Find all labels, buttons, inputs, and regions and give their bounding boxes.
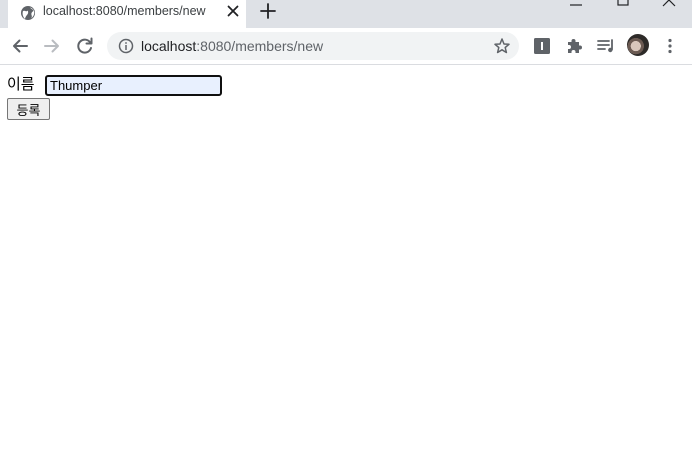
forward-arrow-icon[interactable] — [42, 36, 62, 56]
submit-button[interactable]: 등록 — [7, 98, 50, 120]
tab-title: localhost:8080/members/new — [43, 4, 206, 18]
name-label: 이름 — [7, 75, 35, 93]
puzzle-icon[interactable] — [564, 36, 584, 56]
page-content: 이름 등록 — [0, 66, 692, 464]
back-arrow-icon[interactable] — [10, 36, 30, 56]
address-bar[interactable]: localhost:8080/members/new — [107, 32, 519, 60]
url-text[interactable]: localhost:8080/members/new — [141, 38, 323, 54]
tab-strip: localhost:8080/members/new — [0, 0, 692, 28]
browser-toolbar: localhost:8080/members/new — [0, 28, 692, 65]
extension-badge-icon[interactable] — [532, 36, 552, 56]
url-path: :8080/members/new — [196, 38, 324, 54]
reading-list-icon[interactable] — [596, 36, 616, 56]
info-icon[interactable] — [118, 38, 134, 54]
minimize-icon[interactable] — [568, 0, 584, 8]
globe-icon — [21, 6, 35, 20]
maximize-icon[interactable] — [615, 0, 631, 8]
profile-avatar[interactable] — [627, 34, 649, 56]
window-close-icon[interactable] — [661, 0, 677, 8]
name-input[interactable] — [45, 75, 222, 96]
close-icon[interactable] — [225, 3, 241, 19]
browser-tab[interactable]: localhost:8080/members/new — [8, 0, 246, 28]
three-dots-icon[interactable] — [660, 36, 680, 56]
star-icon[interactable] — [493, 37, 511, 55]
url-host: localhost — [141, 38, 197, 54]
reload-icon[interactable] — [75, 36, 95, 56]
plus-icon[interactable] — [258, 1, 278, 21]
